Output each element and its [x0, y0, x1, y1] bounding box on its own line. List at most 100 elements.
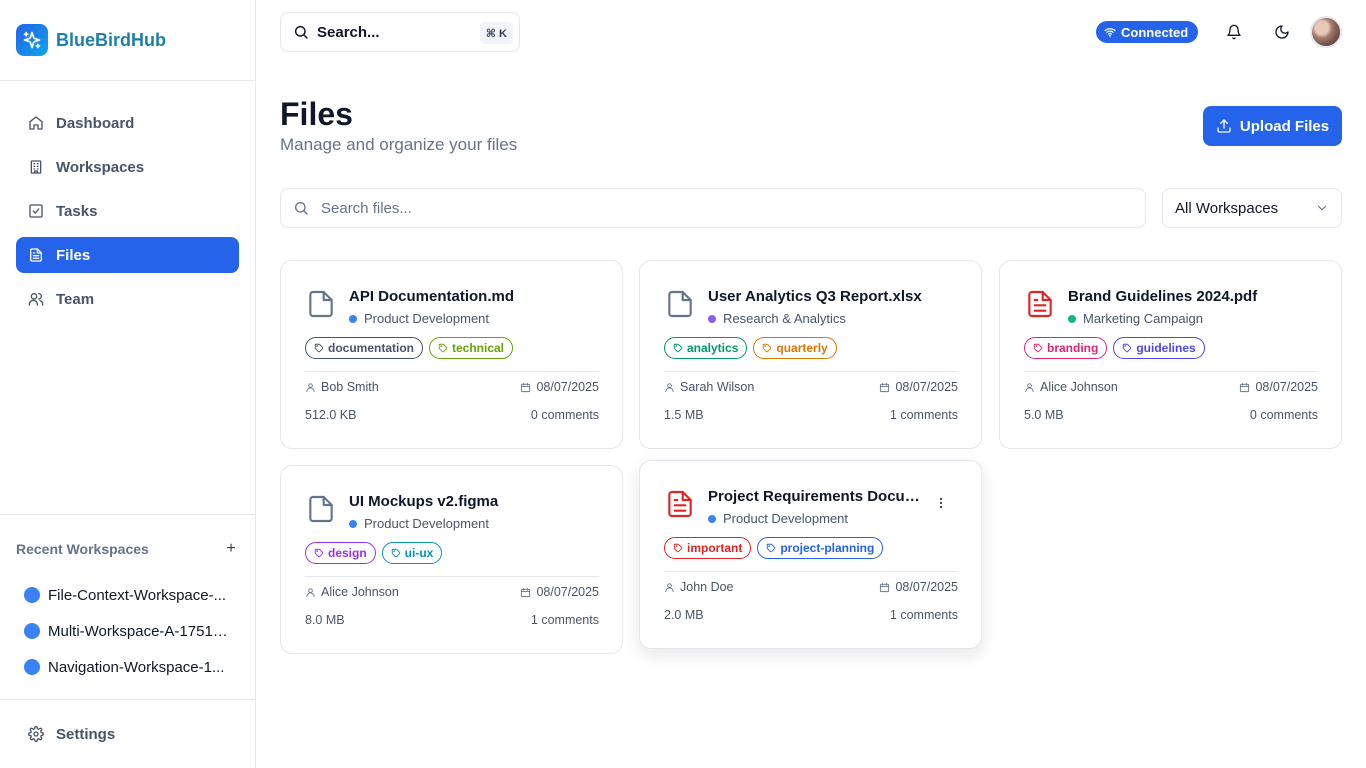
global-search-button[interactable]: Search... ⌘ K	[280, 12, 520, 52]
file-card[interactable]: UI Mockups v2.figma Product Development de…	[280, 465, 623, 654]
sidebar: BlueBirdHub Dashboard Workspaces Tasks File…	[0, 0, 256, 768]
workspace-filter-select[interactable]: All Workspaces	[1162, 188, 1342, 228]
file-workspace: Marketing Campaign	[1068, 311, 1203, 326]
tag-chip[interactable]: technical	[429, 337, 514, 359]
user-avatar[interactable]	[1310, 16, 1342, 48]
file-comments[interactable]: 1 comments	[890, 608, 958, 622]
more-options-icon[interactable]	[933, 495, 949, 511]
user-icon	[1024, 382, 1035, 393]
workspace-name: Product Development	[723, 511, 849, 526]
tag-icon	[1122, 343, 1132, 353]
tag-icon	[766, 543, 776, 553]
tag-chip[interactable]: quarterly	[753, 337, 837, 359]
page-title: Files	[280, 96, 353, 132]
tag-icon	[314, 343, 324, 353]
file-search-field	[280, 188, 1146, 228]
tag-chip[interactable]: important	[664, 537, 752, 559]
recent-workspace-item[interactable]: Multi-Workspace-A-17519...	[16, 613, 239, 649]
file-comments[interactable]: 1 comments	[890, 408, 958, 422]
sidebar-item-team[interactable]: Team	[16, 281, 239, 317]
global-search-label: Search...	[317, 23, 380, 41]
brand[interactable]: BlueBirdHub	[16, 24, 166, 56]
recent-workspace-item[interactable]: Navigation-Workspace-1...	[16, 649, 239, 685]
file-comments[interactable]: 0 comments	[531, 408, 599, 422]
sidebar-item-tasks[interactable]: Tasks	[16, 193, 239, 229]
file-meta-row: Alice Johnson 08/07/2025	[1024, 380, 1318, 394]
file-workspace: Research & Analytics	[708, 311, 846, 326]
tag-chip[interactable]: branding	[1024, 337, 1108, 359]
file-text-icon	[664, 488, 696, 520]
user-icon	[305, 587, 316, 598]
tag-label: guidelines	[1136, 341, 1196, 355]
file-size: 8.0 MB	[305, 613, 345, 627]
file-date: 08/07/2025	[895, 380, 958, 394]
tag-label: analytics	[687, 341, 739, 355]
file-comments[interactable]: 1 comments	[531, 613, 599, 627]
theme-toggle-button[interactable]	[1270, 20, 1294, 44]
wifi-icon	[1104, 26, 1116, 38]
file-card[interactable]: Brand Guidelines 2024.pdf Marketing Campa…	[999, 260, 1342, 449]
tag-chip[interactable]: ui-ux	[381, 542, 443, 564]
sidebar-divider	[0, 514, 256, 515]
recent-workspaces-title: Recent Workspaces	[16, 541, 149, 557]
file-date: 08/07/2025	[536, 585, 599, 599]
sidebar-item-files[interactable]: Files	[16, 237, 239, 273]
recent-workspace-label: Multi-Workspace-A-17519...	[48, 622, 232, 640]
connection-status-label: Connected	[1121, 24, 1189, 40]
search-icon	[293, 24, 309, 40]
file-search-input[interactable]	[321, 199, 1121, 217]
workspace-dot	[24, 623, 40, 639]
workspace-dot	[708, 314, 716, 323]
calendar-icon	[879, 382, 890, 393]
users-icon	[28, 291, 44, 307]
file-text-icon	[1024, 288, 1056, 320]
sidebar-item-workspaces[interactable]: Workspaces	[16, 149, 239, 185]
file-size: 512.0 KB	[305, 408, 357, 422]
file-owner: Alice Johnson	[321, 585, 399, 599]
sidebar-item-dashboard[interactable]: Dashboard	[16, 105, 239, 141]
file-size: 5.0 MB	[1024, 408, 1064, 422]
recent-workspace-label: Navigation-Workspace-1...	[48, 658, 225, 676]
file-name: Project Requirements Document	[708, 488, 923, 505]
file-stats-row: 5.0 MB 0 comments	[1024, 408, 1318, 422]
notifications-button[interactable]	[1222, 20, 1246, 44]
card-divider	[664, 571, 958, 572]
tag-icon	[391, 548, 401, 558]
upload-files-button[interactable]: Upload Files	[1203, 106, 1342, 146]
file-card[interactable]: Project Requirements Document Product Dev…	[639, 460, 982, 649]
file-name: User Analytics Q3 Report.xlsx	[708, 288, 922, 305]
calendar-icon	[879, 582, 890, 593]
tag-chip[interactable]: project-planning	[757, 537, 884, 559]
tag-label: important	[687, 541, 743, 555]
file-meta-row: Bob Smith 08/07/2025	[305, 380, 599, 394]
tag-chip[interactable]: design	[305, 542, 376, 564]
settings-link[interactable]: Settings	[16, 716, 239, 752]
file-workspace: Product Development	[349, 516, 489, 531]
page-subtitle: Manage and organize your files	[280, 135, 518, 154]
file-stats-row: 512.0 KB 0 comments	[305, 408, 599, 422]
workspace-name: Product Development	[364, 311, 490, 326]
tag-chip[interactable]: documentation	[305, 337, 423, 359]
workspace-name: Marketing Campaign	[1083, 311, 1203, 326]
file-owner: John Doe	[680, 580, 734, 594]
file-card[interactable]: User Analytics Q3 Report.xlsx Research & …	[639, 260, 982, 449]
bell-icon	[1226, 24, 1242, 40]
file-stats-row: 1.5 MB 1 comments	[664, 408, 958, 422]
file-comments[interactable]: 0 comments	[1250, 408, 1318, 422]
file-card[interactable]: API Documentation.md Product Development d…	[280, 260, 623, 449]
file-name: Brand Guidelines 2024.pdf	[1068, 288, 1258, 305]
add-workspace-button[interactable]: +	[223, 540, 239, 557]
tag-chip[interactable]: analytics	[664, 337, 748, 359]
upload-icon	[1216, 118, 1232, 134]
keyboard-shortcut: ⌘ K	[479, 22, 513, 44]
workspace-dot	[24, 587, 40, 603]
file-date: 08/07/2025	[536, 380, 599, 394]
tag-chip[interactable]: guidelines	[1113, 337, 1205, 359]
file-text-icon	[28, 247, 44, 263]
file-meta-row: Sarah Wilson 08/07/2025	[664, 380, 958, 394]
recent-workspace-item[interactable]: File-Context-Workspace-...	[16, 577, 239, 613]
tag-label: design	[328, 546, 367, 560]
checkbox-icon	[28, 203, 44, 219]
tag-icon	[314, 548, 324, 558]
workspace-dot	[349, 314, 357, 323]
